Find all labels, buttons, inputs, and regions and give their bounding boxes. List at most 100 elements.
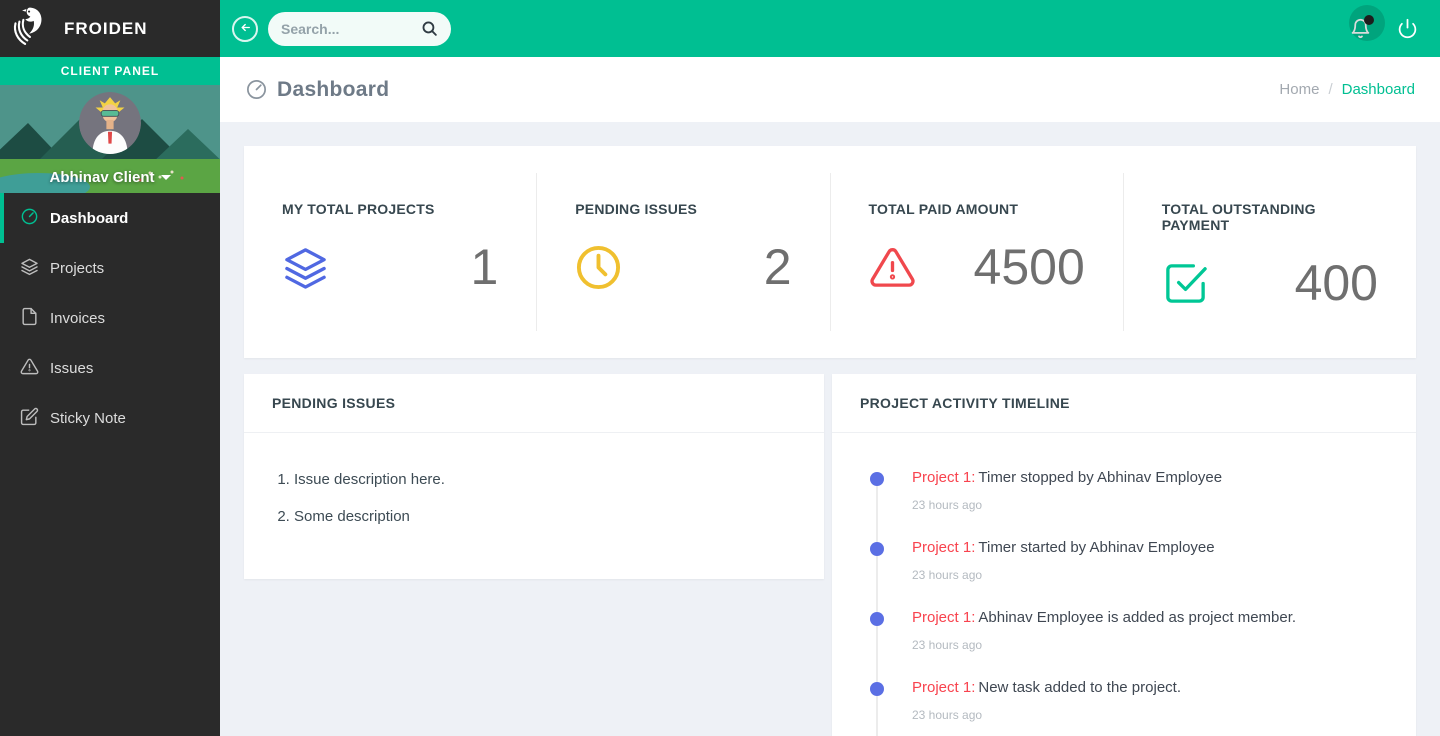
chevron-down-icon bbox=[161, 175, 171, 180]
stat-value: 2 bbox=[764, 242, 792, 292]
pending-issues-list: Issue description here. Some description bbox=[272, 461, 796, 535]
stat-outstanding-payment: TOTAL OUTSTANDING PAYMENT 400 bbox=[1124, 146, 1416, 358]
stats-card: MY TOTAL PROJECTS 1 PENDING ISSUES 2 bbox=[244, 146, 1416, 358]
stat-value: 1 bbox=[470, 242, 498, 292]
app-root: FROIDEN CLIENT PANEL bbox=[0, 0, 1440, 736]
timeline-event-text: Timer stopped by Abhinav Employee bbox=[978, 469, 1222, 486]
bird-logo-icon bbox=[12, 4, 54, 53]
breadcrumb-separator: / bbox=[1328, 81, 1332, 98]
card-header: PENDING ISSUES bbox=[244, 374, 824, 433]
project-link[interactable]: Project 1: bbox=[912, 539, 975, 556]
breadcrumb-current: Dashboard bbox=[1342, 81, 1415, 98]
profile-section: Abhinav Client bbox=[0, 85, 220, 193]
pending-issues-card: PENDING ISSUES Issue description here. S… bbox=[244, 374, 824, 579]
timeline-dot-icon bbox=[870, 612, 884, 626]
stat-value: 4500 bbox=[974, 242, 1085, 292]
search-icon[interactable] bbox=[421, 20, 438, 37]
sidebar-item-label: Projects bbox=[50, 260, 104, 277]
sidebar-item-projects[interactable]: Projects bbox=[0, 243, 220, 293]
card-header: PROJECT ACTIVITY TIMELINE bbox=[832, 374, 1416, 433]
sidebar-item-issues[interactable]: Issues bbox=[0, 343, 220, 393]
sidebar-item-dashboard[interactable]: Dashboard bbox=[0, 193, 220, 243]
breadcrumb-home-link[interactable]: Home bbox=[1279, 81, 1319, 98]
timeline-event: Project 1:Timer stopped by Abhinav Emplo… bbox=[876, 469, 1388, 539]
page-title-text: Dashboard bbox=[277, 78, 389, 102]
stat-total-projects: MY TOTAL PROJECTS 1 bbox=[244, 146, 536, 358]
timeline-event-time: 23 hours ago bbox=[912, 498, 1388, 512]
warning-triangle-icon bbox=[20, 357, 39, 380]
timeline-event: Project 1:Timer started by Abhinav Emplo… bbox=[876, 539, 1388, 609]
stat-label: MY TOTAL PROJECTS bbox=[282, 201, 498, 217]
card-title: PENDING ISSUES bbox=[272, 395, 395, 411]
client-panel-label: CLIENT PANEL bbox=[0, 57, 220, 85]
warning-triangle-icon bbox=[869, 244, 916, 291]
sidebar-menu: Dashboard Projects Invoices Issues bbox=[0, 193, 220, 736]
clock-icon bbox=[575, 244, 622, 291]
cards-row: PENDING ISSUES Issue description here. S… bbox=[244, 374, 1416, 736]
sidebar-item-sticky-note[interactable]: Sticky Note bbox=[0, 393, 220, 443]
stat-pending-issues: PENDING ISSUES 2 bbox=[537, 146, 829, 358]
file-icon bbox=[20, 307, 39, 330]
timeline-dot-icon bbox=[870, 682, 884, 696]
project-link[interactable]: Project 1: bbox=[912, 679, 975, 696]
project-link[interactable]: Project 1: bbox=[912, 469, 975, 486]
timeline-dot-icon bbox=[870, 542, 884, 556]
user-menu[interactable]: Abhinav Client bbox=[0, 169, 220, 186]
search-box bbox=[268, 12, 451, 46]
layers-icon bbox=[20, 257, 39, 280]
project-link[interactable]: Project 1: bbox=[912, 609, 975, 626]
search-input[interactable] bbox=[281, 21, 421, 37]
gauge-icon bbox=[20, 207, 39, 230]
topbar bbox=[220, 0, 1440, 57]
breadcrumb: Home / Dashboard bbox=[1279, 81, 1415, 98]
user-name: Abhinav Client bbox=[49, 169, 154, 186]
sidebar-collapse-button[interactable] bbox=[232, 16, 258, 42]
timeline-event-title: Project 1:Abhinav Employee is added as p… bbox=[912, 609, 1388, 626]
timeline-event-time: 23 hours ago bbox=[912, 638, 1388, 652]
sidebar-item-invoices[interactable]: Invoices bbox=[0, 293, 220, 343]
avatar[interactable] bbox=[79, 92, 141, 154]
notification-badge-dot bbox=[1364, 15, 1374, 25]
timeline-event-title: Project 1:New task added to the project. bbox=[912, 679, 1388, 696]
stat-total-paid: TOTAL PAID AMOUNT 4500 bbox=[831, 146, 1123, 358]
gauge-icon bbox=[245, 78, 268, 101]
stat-label: TOTAL PAID AMOUNT bbox=[869, 201, 1085, 217]
timeline-event-text: Timer started by Abhinav Employee bbox=[978, 539, 1214, 556]
sidebar-item-label: Sticky Note bbox=[50, 410, 126, 427]
sidebar: FROIDEN CLIENT PANEL bbox=[0, 0, 220, 736]
logout-button[interactable] bbox=[1397, 18, 1418, 39]
stat-label: TOTAL OUTSTANDING PAYMENT bbox=[1162, 201, 1378, 233]
timeline-event-title: Project 1:Timer stopped by Abhinav Emplo… bbox=[912, 469, 1388, 486]
topbar-actions bbox=[1350, 18, 1418, 39]
brand[interactable]: FROIDEN bbox=[0, 0, 220, 57]
notifications-button[interactable] bbox=[1350, 18, 1371, 39]
main-area: Dashboard Home / Dashboard MY TOTAL PROJ… bbox=[220, 0, 1440, 736]
timeline-event-time: 23 hours ago bbox=[912, 708, 1388, 722]
content: MY TOTAL PROJECTS 1 PENDING ISSUES 2 bbox=[220, 122, 1440, 736]
project-activity-timeline-card: PROJECT ACTIVITY TIMELINE Project 1:Time… bbox=[832, 374, 1416, 736]
timeline: Project 1:Timer stopped by Abhinav Emplo… bbox=[876, 469, 1388, 736]
note-edit-icon bbox=[20, 407, 39, 430]
list-item: Issue description here. bbox=[294, 461, 796, 498]
card-title: PROJECT ACTIVITY TIMELINE bbox=[860, 395, 1070, 411]
arrow-left-circle-icon bbox=[239, 21, 252, 37]
timeline-dot-icon bbox=[870, 472, 884, 486]
sidebar-item-label: Invoices bbox=[50, 310, 105, 327]
layers-icon bbox=[282, 244, 329, 291]
stat-value: 400 bbox=[1295, 258, 1378, 308]
stat-label: PENDING ISSUES bbox=[575, 201, 791, 217]
pending-issues-body: Issue description here. Some description bbox=[244, 433, 824, 579]
brand-name: FROIDEN bbox=[64, 19, 148, 39]
timeline-event-text: Abhinav Employee is added as project mem… bbox=[978, 609, 1296, 626]
sidebar-item-label: Dashboard bbox=[50, 210, 128, 227]
timeline-event: Project 1:New task added to the project.… bbox=[876, 679, 1388, 736]
timeline-event-title: Project 1:Timer started by Abhinav Emplo… bbox=[912, 539, 1388, 556]
timeline-event-text: New task added to the project. bbox=[978, 679, 1181, 696]
page-title: Dashboard bbox=[245, 78, 389, 102]
list-item: Some description bbox=[294, 498, 796, 535]
timeline-event: Project 1:Abhinav Employee is added as p… bbox=[876, 609, 1388, 679]
power-icon bbox=[1397, 18, 1418, 39]
sidebar-item-label: Issues bbox=[50, 360, 93, 377]
timeline-event-time: 23 hours ago bbox=[912, 568, 1388, 582]
check-square-icon bbox=[1162, 260, 1209, 307]
